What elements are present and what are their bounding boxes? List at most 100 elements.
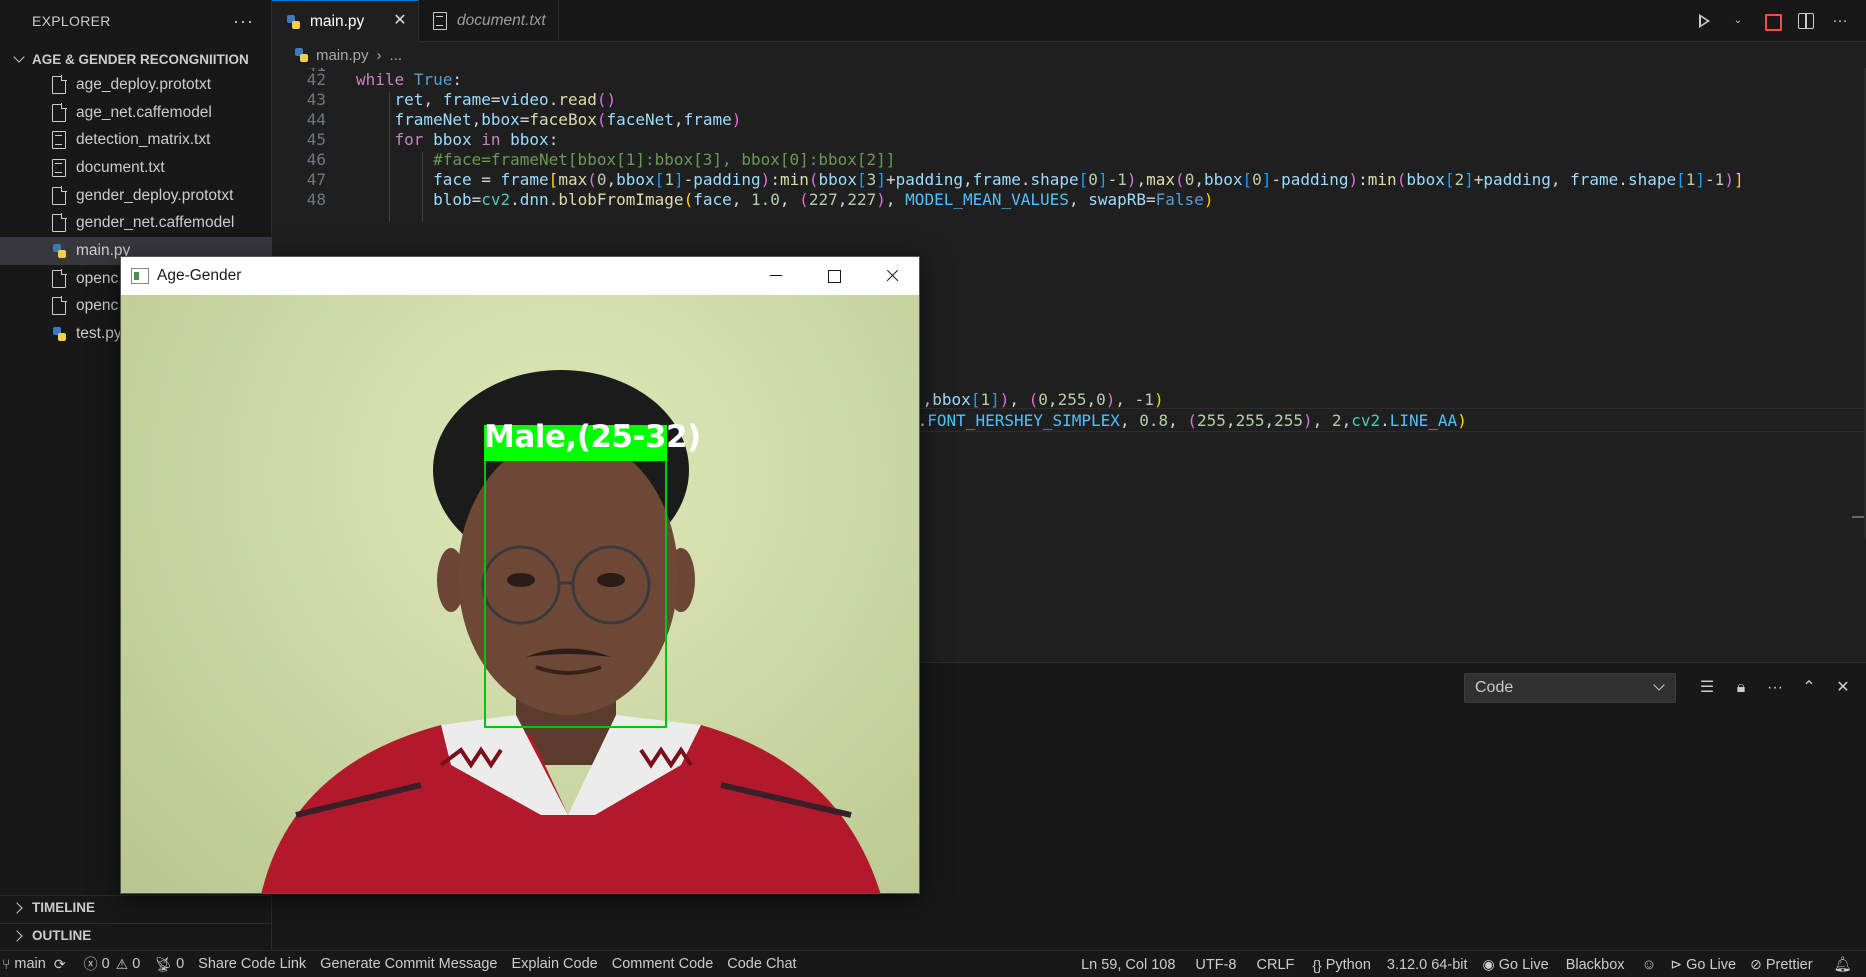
- file-name: detection_matrix.txt: [76, 131, 211, 149]
- file-name: age_net.caffemodel: [76, 103, 212, 121]
- generate-commit-message[interactable]: Generate Commit Message: [313, 951, 504, 977]
- outline-label: OUTLINE: [32, 928, 92, 943]
- chevron-down-icon[interactable]: ⌄: [1728, 11, 1748, 31]
- warning-count: 0: [132, 956, 141, 972]
- clear-output-icon[interactable]: ☰: [1696, 677, 1718, 699]
- file-item[interactable]: document.txt: [0, 154, 272, 182]
- python-icon: [52, 325, 66, 343]
- run-icon[interactable]: [1694, 11, 1714, 31]
- output-channel-value: Code: [1475, 679, 1514, 696]
- python-interpreter[interactable]: 3.12.0 64-bit: [1379, 951, 1476, 977]
- more-actions-icon[interactable]: ···: [1764, 677, 1786, 699]
- branch-status[interactable]: ⑂ main ⟳: [0, 951, 77, 977]
- file-item[interactable]: detection_matrix.txt: [0, 126, 272, 154]
- ports-status[interactable]: 📡︎ 0: [147, 951, 191, 977]
- close-icon[interactable]: ✕: [1832, 677, 1854, 699]
- breadcrumb: main.py › ...: [272, 43, 1866, 67]
- maximize-icon[interactable]: [805, 257, 863, 295]
- file-name: age_deploy.prototxt: [76, 75, 212, 93]
- vscode-window: { "sidebar": { "title": "EXPLORER", "fol…: [0, 0, 1866, 977]
- outline-section[interactable]: OUTLINE: [0, 923, 272, 947]
- age-gender-window[interactable]: Age-Gender Male,(25-32): [120, 256, 920, 894]
- file-name: test.py: [76, 325, 122, 343]
- notifications-icon[interactable]: 🔔︎: [1820, 951, 1866, 977]
- problems-status[interactable]: ⓧ 0 ⚠ 0: [77, 951, 148, 977]
- editor-tabbar: main.py ✕ document.txt ⌄ ···: [272, 0, 1866, 42]
- minimize-icon[interactable]: [747, 257, 805, 295]
- tab-main-py[interactable]: main.py ✕: [272, 0, 419, 42]
- window-controls: [747, 257, 919, 295]
- share-code-link[interactable]: Share Code Link: [191, 951, 313, 977]
- tab-label: main.py: [310, 12, 365, 30]
- window-title: Age-Gender: [157, 267, 242, 284]
- chevron-down-icon: [12, 52, 26, 66]
- text-file-icon: [433, 12, 447, 30]
- folder-header[interactable]: AGE & GENDER RECONGNIITION: [0, 47, 272, 71]
- tab-label: document.txt: [457, 12, 546, 29]
- status-bar: ⑂ main ⟳ ⓧ 0 ⚠ 0 📡︎ 0 Share Code Link Generate…: [0, 950, 1866, 977]
- python-icon: [294, 46, 308, 64]
- timeline-section[interactable]: TIMELINE: [0, 895, 272, 919]
- branch-name: main: [14, 956, 46, 972]
- code-chat[interactable]: Code Chat: [720, 951, 803, 977]
- file-icon: [52, 102, 67, 122]
- split-editor-icon[interactable]: [1796, 11, 1816, 31]
- folder-name: AGE & GENDER RECONGNIITION: [32, 51, 249, 67]
- prettier-label: Prettier: [1765, 956, 1813, 973]
- panel-actions: ☰ 🔒︎ ··· ⌃ ✕: [1696, 673, 1854, 703]
- line-ending[interactable]: CRLF: [1247, 951, 1305, 977]
- app-icon: [131, 268, 149, 284]
- code-line: 48 blob=cv2.dnn.blobFromImage(face, 1.0,…: [306, 190, 1214, 209]
- close-icon[interactable]: [863, 257, 919, 295]
- file-icon: [52, 213, 67, 233]
- file-icon: [52, 296, 67, 316]
- file-icon: [52, 185, 67, 205]
- text-file-icon: [52, 158, 66, 177]
- file-name: openc: [76, 297, 119, 315]
- go-live-1[interactable]: ◉ Go Live: [1476, 951, 1556, 977]
- tab-document-txt[interactable]: document.txt: [419, 0, 559, 42]
- comment-code[interactable]: Comment Code: [605, 951, 721, 977]
- git-branch-icon: ⑂: [2, 956, 11, 972]
- maximize-panel-icon[interactable]: ⌃: [1798, 677, 1820, 699]
- more-actions-icon[interactable]: ···: [1830, 11, 1850, 31]
- chevron-right-icon: ›: [376, 46, 382, 64]
- encoding[interactable]: UTF-8: [1185, 951, 1246, 977]
- play-circle-icon: ⊳: [1670, 956, 1683, 972]
- file-item[interactable]: age_deploy.prototxt: [0, 71, 272, 99]
- file-name: openc: [76, 269, 119, 287]
- explain-code[interactable]: Explain Code: [504, 951, 604, 977]
- sync-icon: ⟳: [53, 955, 66, 972]
- file-item[interactable]: gender_net.caffemodel: [0, 209, 272, 237]
- output-channel-select[interactable]: Code: [1464, 673, 1676, 703]
- go-live-2[interactable]: ⊳ Go Live: [1663, 951, 1743, 977]
- close-icon[interactable]: ✕: [392, 13, 408, 29]
- chevron-right-icon: [12, 929, 26, 943]
- status-right: Ln 59, Col 108 UTF-8 CRLF {} Python 3.12.…: [1071, 951, 1866, 977]
- lock-icon[interactable]: 🔒︎: [1730, 677, 1752, 699]
- window-titlebar[interactable]: Age-Gender: [121, 257, 919, 295]
- camera-frame: Male,(25-32): [121, 295, 919, 893]
- python-icon: [286, 13, 300, 31]
- cursor-position[interactable]: Ln 59, Col 108: [1071, 951, 1185, 977]
- warning-icon: ⚠: [115, 955, 129, 972]
- language-label: Python: [1325, 956, 1371, 973]
- ports-count: 0: [176, 956, 185, 972]
- file-item[interactable]: age_net.caffemodel: [0, 99, 272, 127]
- editor-actions: ⌄ ···: [1694, 0, 1850, 42]
- python-icon: [52, 242, 66, 260]
- chevron-right-icon: [12, 901, 26, 915]
- file-name: gender_net.caffemodel: [76, 214, 235, 232]
- language-mode[interactable]: {} Python: [1304, 951, 1379, 977]
- breadcrumb-file[interactable]: main.py: [316, 47, 369, 64]
- stop-icon[interactable]: [1762, 11, 1782, 31]
- breadcrumb-more[interactable]: ...: [390, 47, 403, 64]
- blackbox[interactable]: Blackbox: [1556, 951, 1635, 977]
- prettier[interactable]: ⊘ Prettier: [1743, 951, 1819, 977]
- file-item[interactable]: gender_deploy.prototxt: [0, 182, 272, 210]
- more-actions-icon[interactable]: ···: [233, 11, 254, 32]
- go-live-label: Go Live: [1686, 956, 1737, 973]
- file-name: document.txt: [76, 158, 165, 176]
- copilot-icon[interactable]: ☺: [1635, 951, 1664, 977]
- file-icon: [52, 268, 67, 288]
